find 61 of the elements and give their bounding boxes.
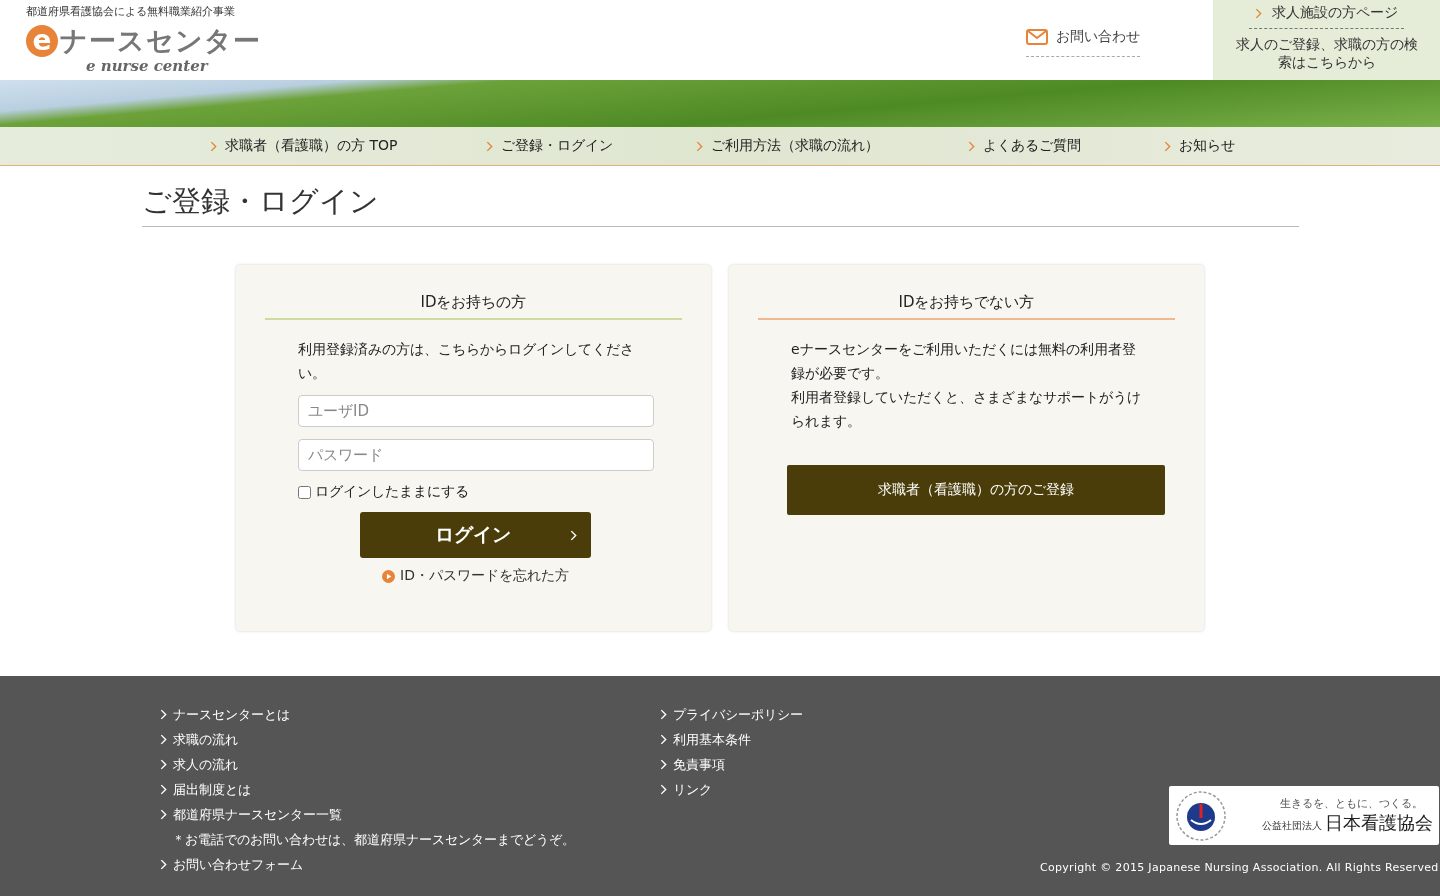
emblem-icon: [1174, 789, 1227, 842]
description-text: 利用者登録していただくと、さまざまなサポートがうけられます。: [791, 388, 1141, 431]
footer-link[interactable]: ナースセンターとは: [160, 702, 660, 727]
nav-link[interactable]: ご利用方法（求職の流れ）: [696, 137, 968, 155]
logo-mark: e: [26, 25, 58, 57]
chevron-icon: [1255, 7, 1262, 19]
organization-name: 日本看護協会: [1324, 811, 1433, 835]
mail-icon: [1026, 29, 1048, 45]
employer-description: 求人のご登録、求職の方の検索はこちらから: [1234, 35, 1419, 71]
chevron-icon: [486, 140, 493, 152]
footer-link[interactable]: 届出制度とは: [160, 777, 660, 802]
nav-link[interactable]: ご登録・ログイン: [486, 137, 696, 155]
logo-text: ナースセンター: [60, 24, 261, 58]
footer-link[interactable]: 免責事項: [660, 752, 1040, 777]
contact-link[interactable]: お問い合わせ: [1026, 26, 1140, 57]
tagline: 都道府県看護協会による無料職業紹介事業: [26, 4, 236, 19]
footer-link[interactable]: 求人の流れ: [160, 752, 660, 777]
description-text: eナースセンターをご利用いただくには無料の利用者登録が必要です。: [791, 340, 1137, 383]
chevron-icon: [660, 734, 667, 745]
remember-checkbox[interactable]: [298, 485, 311, 499]
register-button[interactable]: 求職者（看護職）の方のご登録: [787, 465, 1165, 515]
remember-label: ログインしたままにする: [315, 483, 469, 501]
footer-link[interactable]: お問い合わせフォーム: [160, 852, 660, 877]
chevron-icon: [210, 140, 217, 152]
organization-type: 公益社団法人: [1261, 819, 1322, 833]
copyright: Copyright © 2015 Japanese Nursing Association. All Rights Reserved: [1040, 861, 1439, 874]
slogan: 生きるを、ともに、つくる。: [1279, 796, 1423, 811]
user-id-field[interactable]: ユーザID: [298, 395, 654, 427]
footer-note: ＊お電話でのお問い合わせは、都道府県ナースセンターまでどうぞ。: [171, 831, 576, 849]
logo-subtitle: e nurse center: [86, 57, 210, 75]
forgot-link[interactable]: ID・パスワードを忘れた方: [382, 567, 569, 585]
chevron-icon: [160, 734, 167, 745]
chevron-icon: [660, 759, 667, 770]
association-logo[interactable]: 生きるを、ともに、つくる。 公益社団法人 日本看護協会: [1168, 786, 1439, 845]
chevron-icon: [160, 709, 167, 720]
chevron-icon: [570, 529, 577, 541]
nav-link[interactable]: 求職者（看護職）の方 TOP: [210, 137, 486, 155]
footer-link[interactable]: 利用基本条件: [660, 727, 1040, 752]
card-title: IDをお持ちの方: [265, 285, 682, 320]
card-title: IDをお持ちでない方: [758, 285, 1175, 320]
login-button[interactable]: ログイン: [360, 512, 591, 558]
footer-link[interactable]: プライバシーポリシー: [660, 702, 1040, 727]
footer-link[interactable]: 都道府県ナースセンター一覧: [160, 802, 660, 827]
chevron-icon: [160, 859, 167, 870]
chevron-icon: [160, 759, 167, 770]
chevron-icon: [696, 140, 703, 152]
password-field[interactable]: パスワード: [298, 439, 654, 471]
employer-link[interactable]: 求人施設の方ページ: [1249, 4, 1404, 29]
page-title: ご登録・ログイン: [141, 182, 1299, 227]
footer-link[interactable]: リンク: [660, 777, 1040, 802]
chevron-icon: [160, 784, 167, 795]
footer-link[interactable]: 求職の流れ: [160, 727, 660, 752]
chevron-icon: [160, 809, 167, 820]
chevron-icon: [660, 784, 667, 795]
intro-text: 利用登録済みの方は、こちらからログインしてください。: [298, 340, 635, 383]
chevron-icon: [968, 140, 975, 152]
chevron-icon: [1164, 140, 1171, 152]
play-icon: [382, 569, 396, 583]
nav-link[interactable]: よくあるご質問: [968, 137, 1164, 155]
chevron-icon: [660, 709, 667, 720]
nav-link[interactable]: お知らせ: [1164, 137, 1235, 155]
